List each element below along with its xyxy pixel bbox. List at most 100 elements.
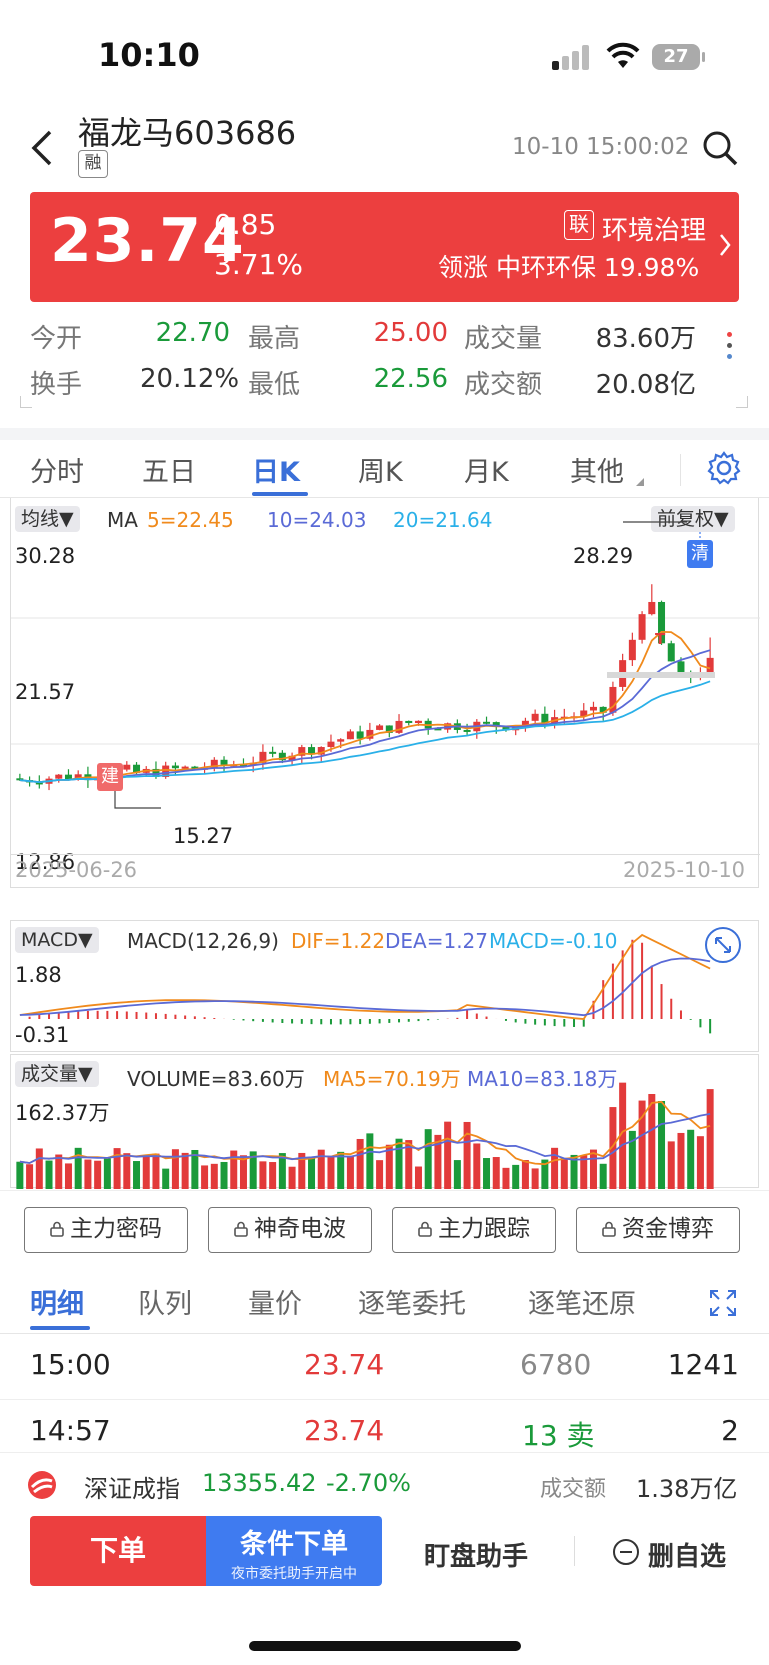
volume-panel[interactable]: 成交量▼ VOLUME=83.60万 MA5=70.19万 MA10=83.18…	[10, 1054, 760, 1189]
trade-price: 23.74	[304, 1348, 385, 1381]
volume-bar	[259, 1161, 267, 1189]
period-high-label: 28.29	[573, 544, 634, 568]
candle-body	[55, 774, 63, 779]
chevron-right-icon[interactable]	[718, 232, 732, 258]
tab-tick-replay[interactable]: 逐笔还原	[528, 1282, 636, 1321]
conditional-order-label: 条件下单	[240, 1529, 348, 1560]
tab-weekly-k[interactable]: 周K	[358, 450, 403, 489]
volume-bar	[16, 1161, 24, 1189]
remove-watchlist-button[interactable]: 删自选	[612, 1534, 762, 1572]
candle-body	[531, 713, 539, 721]
search-icon[interactable]	[700, 128, 740, 168]
candle-body	[171, 765, 179, 769]
volume-bar	[346, 1155, 354, 1189]
volume-bar	[64, 1163, 72, 1189]
trade-count: 1241	[667, 1348, 739, 1381]
conditional-order-subtitle: 夜市委托助手开启中	[231, 1566, 357, 1582]
volume-bar	[308, 1157, 316, 1189]
x-axis-end-date: 2025-10-10	[623, 858, 746, 882]
build-signal-tag[interactable]: 建	[97, 763, 123, 791]
volume-bar	[667, 1141, 675, 1189]
lock-icon	[602, 1209, 616, 1237]
market-index-bar[interactable]: 深证成指 13355.42 -2.70% 成交额 1.38万亿	[0, 1452, 769, 1516]
tab-queue[interactable]: 队列	[138, 1282, 192, 1321]
volume-bar	[181, 1152, 189, 1189]
tab-divider	[680, 454, 681, 486]
volume-bar	[201, 1165, 209, 1189]
back-arrow-icon[interactable]	[28, 128, 56, 168]
order-button[interactable]: 下单	[30, 1516, 206, 1586]
volume-bar	[453, 1160, 461, 1189]
volume-bar	[239, 1155, 247, 1189]
volume-bar	[395, 1138, 403, 1189]
sector-badge: 联	[564, 210, 594, 240]
kline-panel[interactable]: 均线▼ MA 5=22.45 10=24.03 20=21.64 前复权▼ 30…	[10, 498, 760, 888]
clear-signal-tag[interactable]: 清	[687, 540, 713, 568]
turnover-label: 成交额	[540, 1477, 607, 1502]
index-change: -2.70%	[326, 1469, 411, 1497]
trade-volume: 13 卖	[522, 1419, 595, 1452]
sector-leader: 领涨 中环环保 19.98%	[438, 253, 700, 282]
stat-value: 25.00	[373, 318, 448, 348]
volume-bar	[133, 1161, 141, 1189]
tab-monthly-k[interactable]: 月K	[464, 450, 509, 489]
tab-volume-price[interactable]: 量价	[248, 1282, 302, 1321]
feature-button-fund-game[interactable]: 资金博弈	[576, 1207, 740, 1253]
tab-five-day[interactable]: 五日	[142, 450, 196, 489]
quote-panel[interactable]: 23.74 0.85 3.71% 联 环境治理 领涨 中环环保 19.98%	[30, 192, 739, 302]
volume-bar	[74, 1147, 82, 1189]
candle-body	[346, 731, 354, 740]
candle-body	[414, 720, 422, 724]
minus-circle-icon	[613, 1539, 639, 1565]
dea-line	[19, 957, 711, 1017]
sector-name[interactable]: 环境治理	[602, 210, 706, 247]
tab-tick-orders[interactable]: 逐笔委托	[358, 1282, 466, 1321]
tab-other[interactable]: 其他	[570, 450, 624, 489]
volume-bar	[337, 1151, 345, 1189]
stat-value: 83.60万	[595, 324, 696, 354]
macd-chart[interactable]	[11, 921, 760, 1053]
trade-count: 2	[721, 1414, 739, 1447]
candle-body	[376, 725, 384, 730]
gear-icon[interactable]	[706, 450, 742, 486]
feature-button-magic-wave[interactable]: 神奇电波	[208, 1207, 372, 1253]
turnover-value: 1.38万亿	[636, 1475, 738, 1503]
tab-intraday[interactable]: 分时	[30, 450, 84, 489]
axis-divider	[11, 854, 760, 855]
tab-detail[interactable]: 明细	[30, 1282, 84, 1321]
volume-bar	[45, 1160, 53, 1189]
volume-bar	[492, 1157, 500, 1189]
macd-panel[interactable]: MACD▼ MACD(12,26,9) DIF=1.22 DEA=1.27 MA…	[10, 920, 759, 1052]
clock: 10:10	[98, 36, 200, 74]
t-marker: T	[655, 630, 666, 648]
volume-bar	[706, 1089, 714, 1189]
volume-bar	[483, 1158, 491, 1189]
volume-chart[interactable]	[11, 1055, 760, 1189]
fullscreen-icon[interactable]	[708, 1288, 738, 1318]
quote-timestamp: 10-10 15:00:02	[512, 134, 690, 160]
stat-value: 22.70	[155, 318, 230, 348]
volume-bar	[658, 1101, 666, 1189]
volume-bar	[142, 1155, 150, 1189]
watch-assistant-button[interactable]: 盯盘助手	[424, 1536, 528, 1573]
support-band	[607, 672, 715, 678]
stat-label: 换手	[30, 370, 83, 400]
remove-watchlist-label: 删自选	[648, 1542, 727, 1572]
tab-daily-k[interactable]: 日K	[252, 450, 300, 489]
corner-decoration	[736, 396, 748, 408]
wifi-icon	[606, 42, 640, 68]
home-indicator	[249, 1641, 521, 1651]
ma10-line	[19, 649, 711, 784]
volume-ma5-line	[19, 1100, 711, 1166]
more-options-icon[interactable]	[722, 326, 736, 376]
candlestick-chart[interactable]	[11, 498, 760, 888]
x-axis-start-date: 2025-06-26	[15, 858, 138, 882]
feature-button-main-tracking[interactable]: 主力跟踪	[392, 1207, 556, 1253]
feature-button-main-code[interactable]: 主力密码	[24, 1207, 188, 1253]
volume-bar	[210, 1163, 218, 1189]
volume-bar	[356, 1138, 364, 1189]
candle-body	[337, 739, 345, 742]
conditional-order-button[interactable]: 条件下单 夜市委托助手开启中	[206, 1516, 382, 1586]
volume-ma10-line	[19, 1113, 711, 1164]
volume-bar	[288, 1166, 296, 1189]
